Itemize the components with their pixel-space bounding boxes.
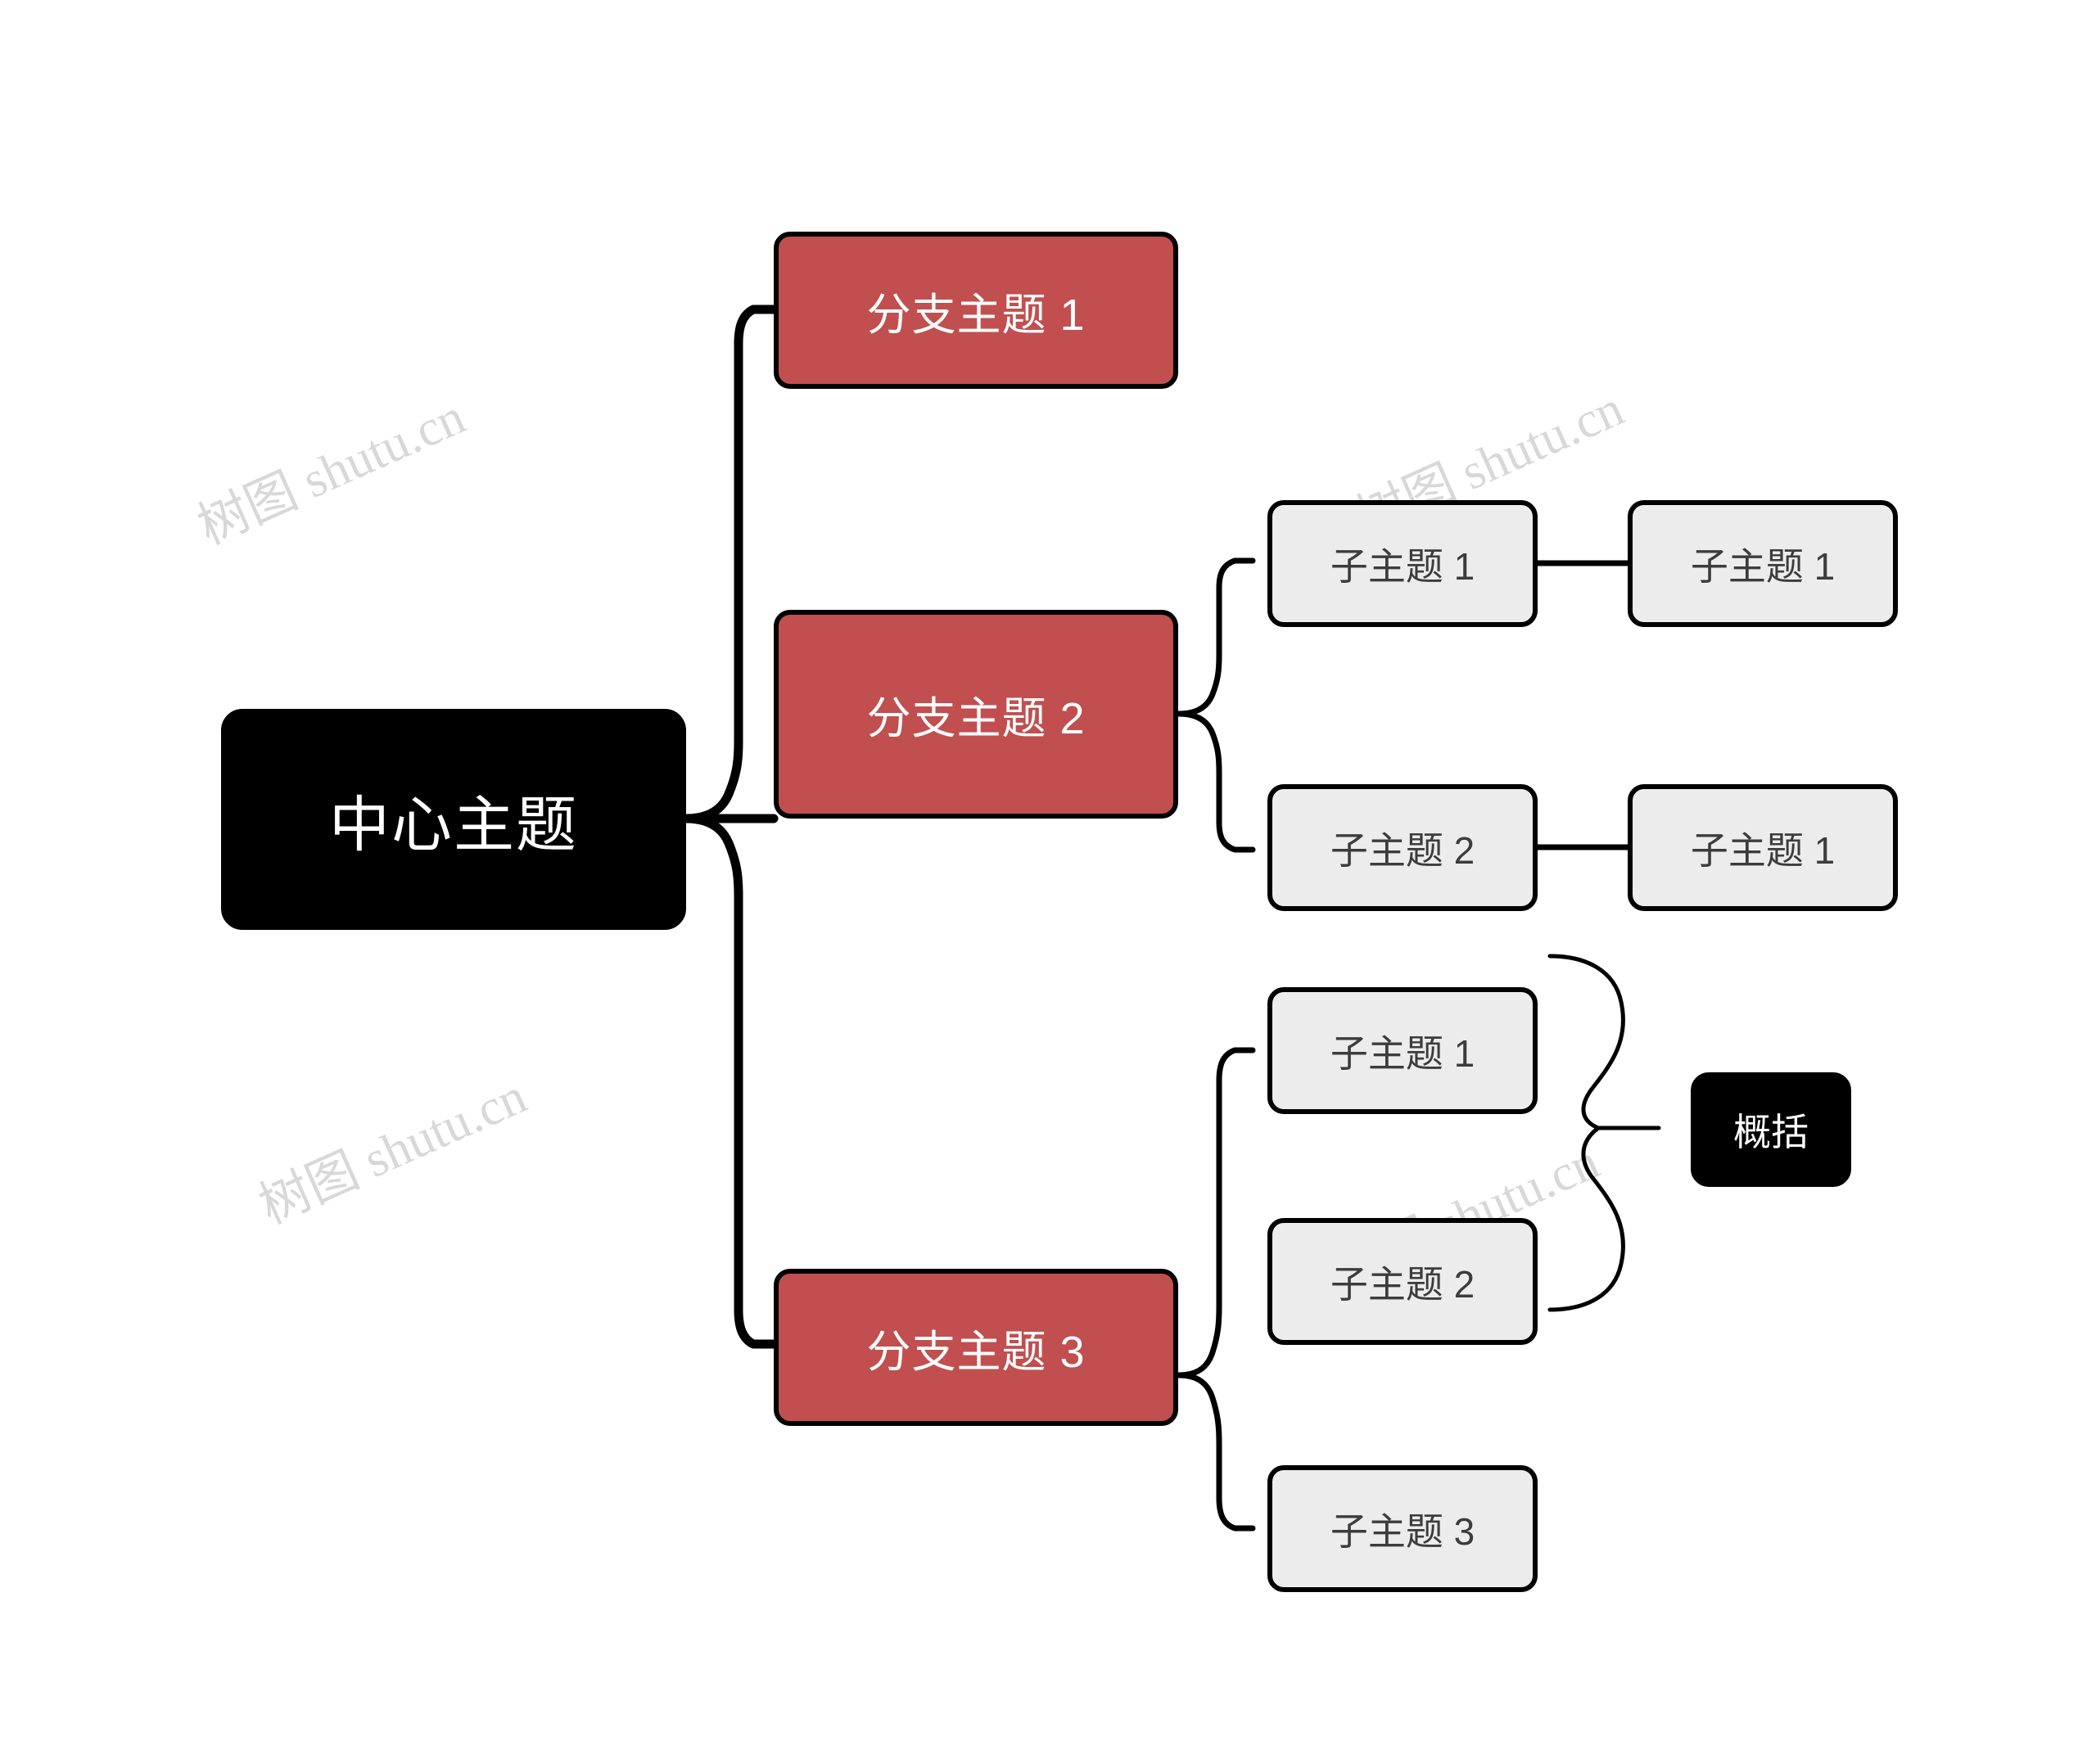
branch2-brace-lower [1176,711,1256,853]
trunk-brace [681,305,779,823]
subtopic-node-b2-2[interactable]: 子主题 2 [1267,784,1538,911]
branch3-brace-upper [1176,1047,1256,1378]
summary-brace-lower [1547,1126,1625,1312]
trunk-brace-lower [681,814,779,1349]
summary-node[interactable]: 概括 [1691,1072,1851,1187]
leaf-node-b2-1-1[interactable]: 子主题 1 [1628,500,1898,627]
subtopic-node-b2-2-label: 子主题 2 [1330,828,1475,872]
branch-node-2-label: 分支主题 2 [866,694,1086,743]
branch2-brace-upper [1176,557,1256,717]
subtopic-node-b3-3-label: 子主题 3 [1330,1509,1475,1553]
mindmap-canvas: 树图 shutu.cn 树图 shutu.cn 树图 shutu.cn 树图 s… [0,0,2096,1764]
subtopic-node-b2-1-label: 子主题 1 [1330,544,1475,588]
root-node[interactable]: 中心主题 [221,709,686,930]
root-node-label: 中心主题 [329,790,578,859]
watermark-text: 树图 shutu.cn [190,388,473,556]
branch3-brace-lower [1176,1372,1256,1532]
leaf-node-b2-2-1[interactable]: 子主题 1 [1628,784,1898,911]
subtopic-node-b3-1[interactable]: 子主题 1 [1267,987,1538,1114]
subtopic-node-b3-2-label: 子主题 2 [1330,1262,1475,1306]
branch-node-1[interactable]: 分支主题 1 [774,232,1178,389]
branch-node-3[interactable]: 分支主题 3 [774,1269,1178,1426]
summary-node-label: 概括 [1733,1111,1809,1153]
subtopic-node-b3-2[interactable]: 子主题 2 [1267,1218,1538,1345]
branch-node-1-label: 分支主题 1 [866,290,1086,340]
branch-node-3-label: 分支主题 3 [866,1327,1086,1377]
leaf-node-b2-2-1-label: 子主题 1 [1690,828,1836,872]
subtopic-node-b3-1-label: 子主题 1 [1330,1031,1475,1075]
branch-node-2[interactable]: 分支主题 2 [774,610,1178,819]
summary-brace-upper [1547,954,1661,1130]
leaf-node-b2-1-1-label: 子主题 1 [1690,544,1836,588]
watermark-text: 树图 shutu.cn [251,1067,535,1235]
subtopic-node-b3-3[interactable]: 子主题 3 [1267,1465,1538,1592]
subtopic-node-b2-1[interactable]: 子主题 1 [1267,500,1538,627]
